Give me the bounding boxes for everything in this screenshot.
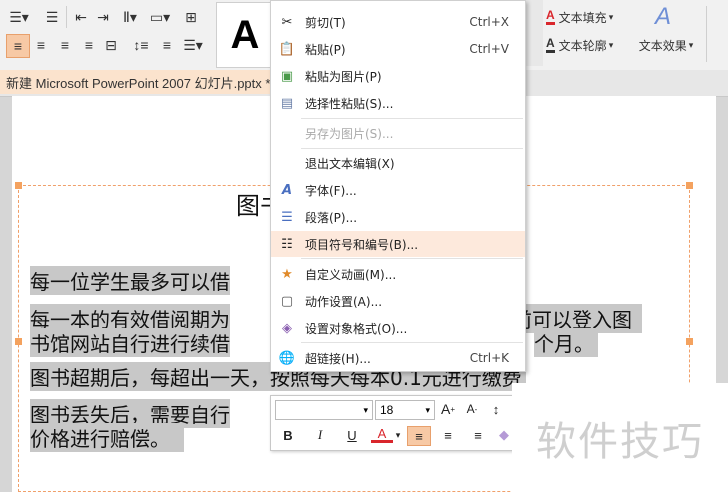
font-icon: A [281, 182, 293, 198]
italic-button[interactable]: I [309, 426, 331, 444]
menu-item-label: 剪切(T) [305, 15, 346, 30]
distribute-icon[interactable]: ⊟ [100, 34, 122, 56]
menu-item-paste-as-image[interactable]: ▣ 粘贴为图片(P) [271, 63, 525, 89]
text-style-sample[interactable]: A [216, 2, 274, 68]
underline-button[interactable]: U [341, 426, 363, 444]
chevron-down-icon: ▾ [425, 404, 430, 415]
mini-toolbar: ▾ 18 ▾ A + A- ↕ B I U A ▾ ≡ ≡ ≡ ◆ [270, 395, 516, 451]
resize-handle[interactable] [686, 182, 693, 189]
chevron-down-icon: ▾ [363, 404, 368, 415]
menu-item-label: 退出文本编辑(X) [305, 156, 395, 171]
resize-handle[interactable] [15, 338, 22, 345]
line-spacing-icon[interactable]: ↕≡ [128, 34, 154, 56]
slide-text-line[interactable]: 个月。 [534, 328, 598, 357]
text-outline-icon: A [546, 37, 555, 53]
menu-separator [301, 148, 523, 149]
paste-special-icon: ▤ [280, 95, 294, 111]
font-size-select[interactable]: 18 ▾ [375, 400, 435, 420]
decrease-font-icon[interactable]: A- [461, 400, 483, 418]
align-center-icon[interactable]: ≡ [437, 426, 459, 444]
menu-separator [301, 342, 523, 343]
decrease-indent-icon[interactable]: ⇤ [70, 6, 92, 28]
numbered-list-icon[interactable]: ☰ [40, 6, 64, 28]
text-fill-button[interactable]: A 文本填充 ▾ [546, 6, 632, 28]
text-effect-icon: A [654, 3, 671, 30]
align-left-icon[interactable]: ≡ [407, 426, 431, 446]
font-color-button[interactable]: A [371, 426, 393, 443]
menu-item-label: 项目符号和编号(B)... [305, 237, 419, 252]
bullet-list-icon[interactable]: ☰▾ [2, 6, 36, 28]
align-text-icon[interactable]: ▭▾ [146, 6, 174, 28]
menu-separator [301, 118, 523, 119]
paragraph-icon: ☰ [281, 209, 293, 225]
align-left-icon[interactable]: ≡ [6, 34, 30, 58]
paragraph-options-icon[interactable]: ☰▾ [180, 34, 206, 56]
menu-item-paste-special[interactable]: ▤ 选择性粘贴(S)... [271, 90, 525, 116]
columns-icon[interactable]: ⊞ [178, 6, 204, 28]
justify-icon[interactable]: ≡ [78, 34, 100, 56]
menu-item-label: 选择性粘贴(S)... [305, 96, 394, 111]
text-fill-label: 文本填充 [558, 10, 607, 25]
font-size-value: 18 [380, 403, 394, 417]
hyperlink-icon: 🌐 [278, 350, 296, 366]
bold-button[interactable]: B [277, 426, 299, 444]
menu-item-action-settings[interactable]: ▢ 动作设置(A)... [271, 288, 525, 314]
menu-item-hyperlink[interactable]: 🌐 超链接(H)... Ctrl+K [271, 345, 525, 371]
text-effect-button[interactable]: 文本效果 ▾ [634, 34, 698, 56]
slide-text-line[interactable]: 书馆网站自行进行续借 [30, 328, 230, 357]
menu-item-exit-text-edit[interactable]: 退出文本编辑(X) [271, 150, 525, 176]
scissors-icon: ✂ [281, 14, 293, 30]
slide-text-line[interactable]: 价格进行赔偿。 [30, 423, 184, 452]
custom-animation-icon: ★ [281, 266, 293, 282]
menu-item-label: 动作设置(A)... [305, 294, 383, 309]
chevron-down-icon[interactable]: ▾ [393, 426, 403, 444]
menu-item-label: 超链接(H)... [305, 351, 371, 366]
menu-item-shortcut: Ctrl+V [469, 42, 509, 56]
text-fill-icon: A [546, 9, 555, 25]
menu-item-paragraph[interactable]: ☰ 段落(P)... [271, 204, 525, 230]
text-outline-label: 文本轮廓 [558, 38, 607, 53]
increase-indent-icon[interactable]: ⇥ [92, 6, 114, 28]
menu-item-label: 自定义动画(M)... [305, 267, 397, 282]
menu-item-save-as-image: 另存为图片(S)... [271, 120, 525, 146]
menu-item-label: 粘贴(P) [305, 42, 346, 57]
text-effect-label: 文本效果 [638, 38, 687, 53]
menu-item-shortcut: Ctrl+X [469, 15, 509, 29]
text-outline-button[interactable]: A 文本轮廓 ▾ [546, 34, 632, 56]
menu-item-label: 段落(P)... [305, 210, 358, 225]
font-name-select[interactable]: ▾ [275, 400, 373, 420]
action-settings-icon: ▢ [280, 293, 294, 309]
menu-item-custom-animation[interactable]: ★ 自定义动画(M)... [271, 261, 525, 287]
menu-item-label: 粘贴为图片(P) [305, 69, 382, 84]
watermark: 软件技巧 [512, 383, 728, 492]
menu-separator [301, 258, 523, 259]
menu-item-cut[interactable]: ✂ 剪切(T) Ctrl+X [271, 9, 525, 35]
paste-as-image-icon: ▣ [280, 68, 294, 84]
menu-item-font[interactable]: A 字体(F)... [271, 177, 525, 203]
document-tab[interactable]: 新建 Microsoft PowerPoint 2007 幻灯片.pptx * [0, 70, 279, 94]
resize-handle[interactable] [15, 182, 22, 189]
resize-handle[interactable] [686, 338, 693, 345]
ribbon-divider [706, 6, 707, 62]
format-object-icon: ◈ [282, 320, 292, 336]
align-center-icon[interactable]: ≡ [30, 34, 52, 56]
text-direction-icon[interactable]: Ⅱ▾ [116, 6, 144, 28]
menu-item-label: 字体(F)... [305, 183, 357, 198]
increase-font-icon[interactable]: A + [437, 400, 459, 418]
paragraph-spacing-icon[interactable]: ≡ [156, 34, 178, 56]
menu-item-format-object[interactable]: ◈ 设置对象格式(O)... [271, 315, 525, 341]
align-right-icon[interactable]: ≡ [54, 34, 76, 56]
menu-item-label: 设置对象格式(O)... [305, 321, 408, 336]
ribbon-divider [66, 6, 67, 28]
slide-text-line[interactable]: 每一位学生最多可以借 [30, 266, 230, 295]
line-spacing-icon[interactable]: ↕ [485, 400, 507, 418]
menu-item-label: 另存为图片(S)... [305, 126, 394, 141]
paste-icon: 📋 [278, 41, 296, 57]
align-right-icon[interactable]: ≡ [467, 426, 489, 444]
bullets-icon: ☷ [281, 236, 293, 252]
menu-item-bullets-numbering[interactable]: ☷ 项目符号和编号(B)... [271, 231, 525, 257]
context-menu: ✂ 剪切(T) Ctrl+X 📋 粘贴(P) Ctrl+V ▣ 粘贴为图片(P)… [270, 0, 526, 372]
menu-item-paste[interactable]: 📋 粘贴(P) Ctrl+V [271, 36, 525, 62]
menu-item-shortcut: Ctrl+K [469, 351, 509, 365]
